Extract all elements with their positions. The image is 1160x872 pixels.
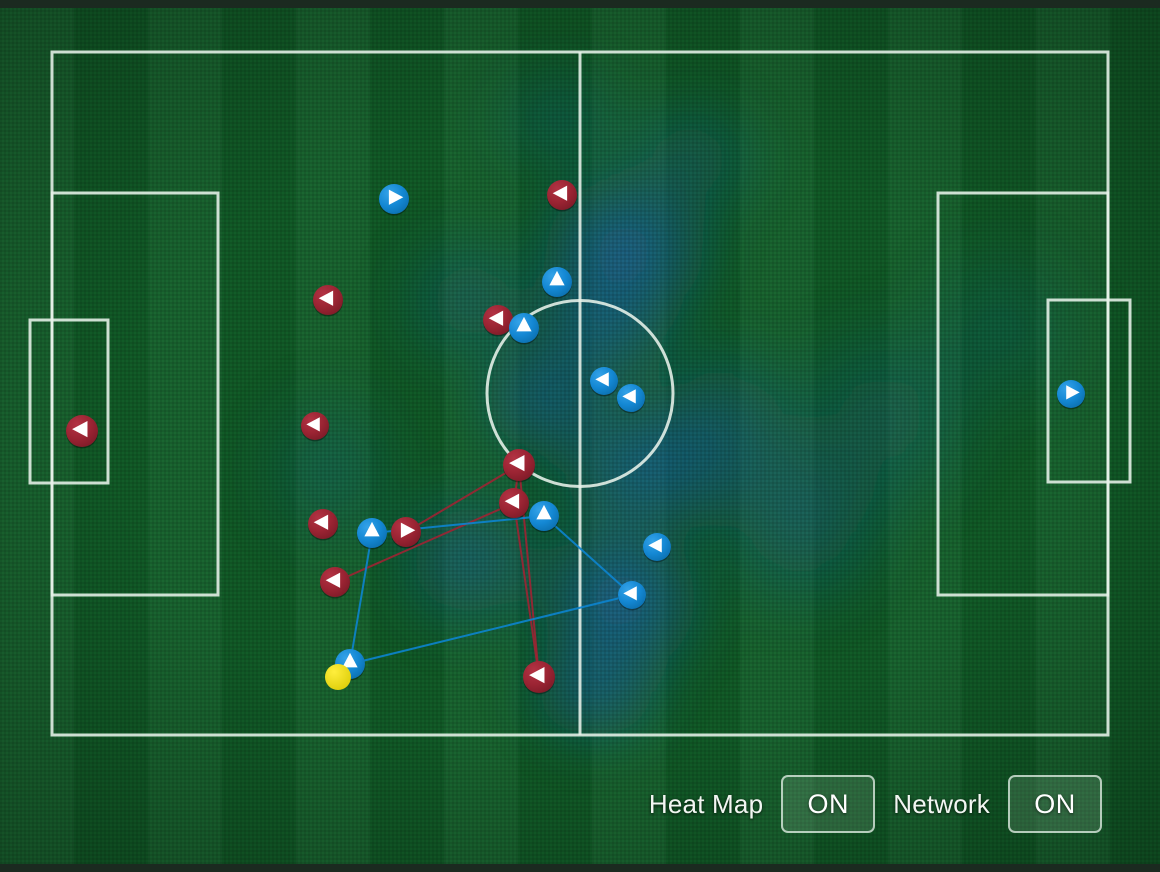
- player-marker-away[interactable]: [308, 509, 338, 541]
- letterbox-bar-top: [0, 0, 1160, 8]
- ball-marker[interactable]: [325, 664, 351, 690]
- view-controls: Heat Map ON Network ON: [649, 775, 1102, 833]
- player-marker-away[interactable]: [547, 180, 577, 212]
- network-toggle-label: Network: [893, 788, 990, 819]
- heatmap-toggle-label: Heat Map: [648, 788, 764, 819]
- network-toggle-button[interactable]: ON: [1008, 775, 1102, 833]
- player-marker-away[interactable]: [391, 517, 421, 549]
- player-marker-home[interactable]: [357, 518, 387, 550]
- player-marker-home[interactable]: [542, 267, 572, 299]
- player-marker-home[interactable]: [618, 581, 646, 611]
- player-marker-home[interactable]: [509, 313, 539, 345]
- player-marker-home[interactable]: [590, 367, 618, 397]
- player-marker-home[interactable]: [529, 501, 559, 533]
- tactical-pitch-view: Heat Map ON Network ON: [0, 0, 1160, 872]
- player-marker-home-goalkeeper[interactable]: [1057, 380, 1085, 410]
- player-marker-away[interactable]: [313, 285, 343, 317]
- player-marker-home[interactable]: [617, 384, 645, 414]
- players-layer: [66, 180, 1085, 695]
- player-marker-away[interactable]: [301, 412, 329, 442]
- player-marker-away[interactable]: [483, 305, 513, 337]
- player-marker-away[interactable]: [503, 449, 535, 483]
- player-marker-away-goalkeeper[interactable]: [66, 415, 98, 449]
- letterbox-bar-bottom: [0, 864, 1160, 872]
- player-marker-away[interactable]: [320, 567, 350, 599]
- player-marker-away[interactable]: [499, 488, 529, 520]
- player-marker-home[interactable]: [379, 184, 409, 216]
- heatmap-toggle-button[interactable]: ON: [781, 775, 876, 833]
- player-marker-away[interactable]: [523, 661, 555, 695]
- player-marker-home[interactable]: [643, 533, 671, 563]
